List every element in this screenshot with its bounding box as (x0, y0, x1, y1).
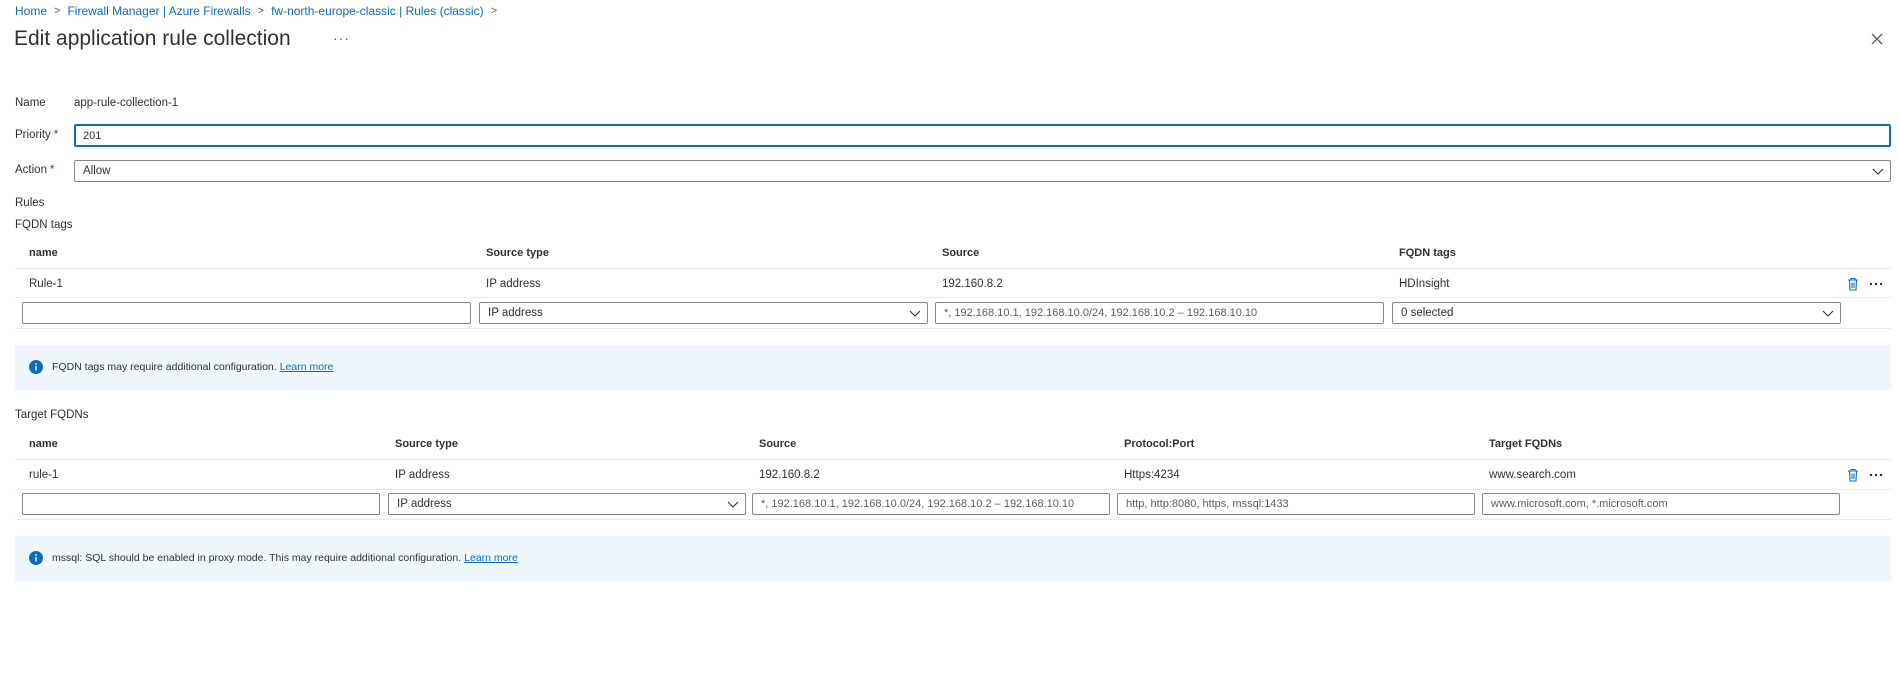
new-target-rule-protocol-input[interactable] (1117, 493, 1475, 515)
trash-icon[interactable] (1845, 467, 1861, 483)
rule-fqdn-tags: HDInsight (1399, 278, 1450, 290)
chevron-down-icon (909, 310, 921, 317)
divider (15, 459, 1891, 460)
new-rule-source-type-select[interactable]: IP address (479, 302, 928, 324)
column-header-source-type: Source type (395, 438, 458, 450)
action-select-value: Allow (83, 165, 111, 177)
rules-heading: Rules (15, 197, 45, 209)
name-value: app-rule-collection-1 (74, 97, 179, 109)
new-rule-name-input[interactable] (22, 302, 471, 324)
column-header-fqdn-tags: FQDN tags (1399, 247, 1456, 259)
rule-source-type: IP address (486, 278, 541, 290)
required-mark: * (53, 129, 59, 141)
column-header-source: Source (942, 247, 980, 259)
new-rule-source-input[interactable] (935, 302, 1384, 324)
more-options-button[interactable]: ··· (333, 30, 350, 46)
page-title: Edit application rule collection (14, 27, 291, 50)
new-rule-fqdn-tags-select[interactable]: 0 selected (1392, 302, 1841, 324)
fqdn-tags-value: 0 selected (1401, 307, 1454, 319)
divider (15, 268, 1891, 269)
priority-label: Priority * (15, 129, 59, 141)
action-select[interactable]: Allow (74, 160, 1891, 182)
more-options-icon[interactable] (1868, 276, 1884, 292)
mssql-info-banner: mssql: SQL should be enabled in proxy mo… (15, 536, 1891, 581)
new-target-rule-source-type-select[interactable]: IP address (388, 493, 746, 515)
source-type-value: IP address (397, 498, 452, 510)
trash-icon[interactable] (1845, 276, 1861, 292)
info-text: mssql: SQL should be enabled in proxy mo… (52, 552, 518, 564)
close-icon[interactable] (1868, 30, 1886, 48)
rule-target-fqdns: www.search.com (1489, 469, 1576, 481)
chevron-down-icon (727, 501, 739, 508)
chevron-down-icon (1822, 310, 1834, 317)
priority-input[interactable] (74, 124, 1891, 147)
rule-source: 192.160.8.2 (759, 469, 820, 481)
fqdn-tags-heading: FQDN tags (15, 219, 73, 231)
chevron-right-icon: > (257, 5, 265, 17)
column-header-name: name (29, 438, 58, 450)
new-target-rule-source-input[interactable] (752, 493, 1110, 515)
action-label: Action * (15, 164, 55, 176)
info-icon (29, 551, 43, 565)
rule-source-type: IP address (395, 469, 450, 481)
breadcrumb: Home > Firewall Manager | Azure Firewall… (15, 3, 504, 19)
column-header-source: Source (759, 438, 797, 450)
chevron-down-icon (1872, 168, 1884, 175)
breadcrumb-home[interactable]: Home (15, 4, 47, 18)
info-text: FQDN tags may require additional configu… (52, 361, 334, 373)
chevron-right-icon: > (490, 5, 498, 17)
breadcrumb-firewall-manager[interactable]: Firewall Manager | Azure Firewalls (67, 4, 250, 18)
fqdn-tags-info-banner: FQDN tags may require additional configu… (15, 345, 1891, 390)
column-header-target-fqdns: Target FQDNs (1489, 438, 1563, 450)
info-icon (29, 360, 43, 374)
column-header-source-type: Source type (486, 247, 549, 259)
learn-more-link[interactable]: Learn more (280, 361, 334, 373)
divider (15, 519, 1891, 520)
target-fqdns-heading: Target FQDNs (15, 409, 89, 421)
divider (15, 489, 1891, 490)
required-mark: * (49, 164, 55, 176)
new-target-rule-name-input[interactable] (22, 493, 380, 515)
source-type-value: IP address (488, 307, 543, 319)
divider (15, 328, 1891, 329)
rule-name: rule-1 (29, 469, 59, 481)
rule-name: Rule-1 (29, 278, 63, 290)
breadcrumb-firewall-rules[interactable]: fw-north-europe-classic | Rules (classic… (271, 4, 484, 18)
divider (15, 297, 1891, 298)
new-target-rule-target-fqdns-input[interactable] (1482, 493, 1840, 515)
column-header-protocol-port: Protocol:Port (1124, 438, 1195, 450)
rule-protocol-port: Https:4234 (1124, 469, 1180, 481)
learn-more-link[interactable]: Learn more (464, 552, 518, 564)
chevron-right-icon: > (54, 5, 61, 17)
column-header-name: name (29, 247, 58, 259)
rule-source: 192.160.8.2 (942, 278, 1003, 290)
more-options-icon[interactable] (1868, 467, 1884, 483)
name-label: Name (15, 97, 46, 109)
